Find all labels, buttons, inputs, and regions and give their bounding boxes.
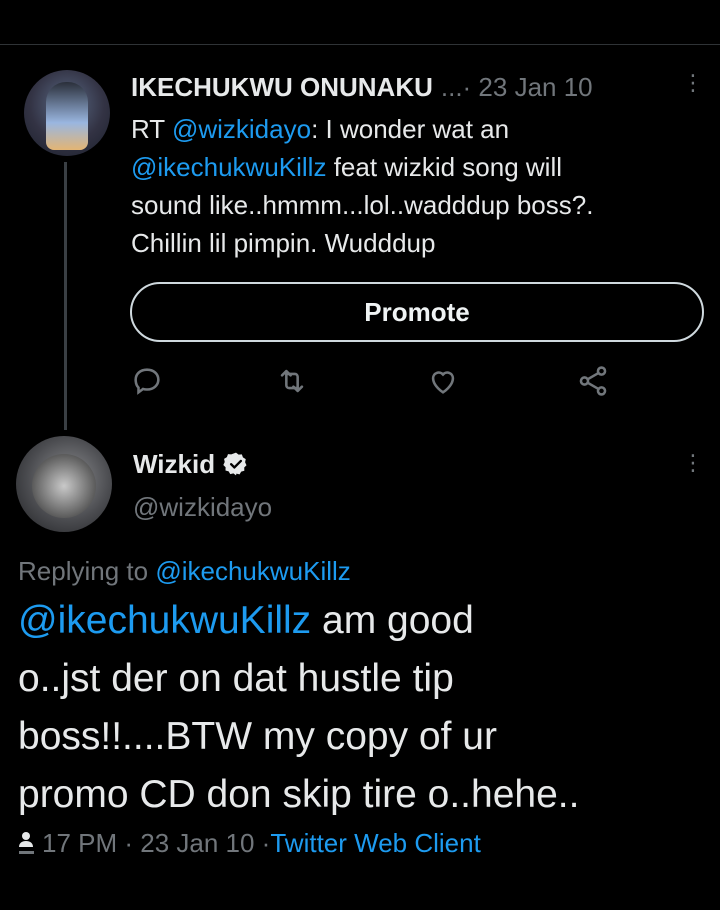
text-line: @ikechukwuKillz am good — [18, 592, 708, 650]
avatar-figure — [46, 82, 88, 150]
text-line: sound like..hmmm...lol..wadddup boss?. — [131, 186, 706, 224]
text-segment: : I wonder wat an — [311, 114, 510, 144]
tweet2-text: @ikechukwuKillz am good o..jst der on dat… — [18, 592, 708, 824]
text-segment: feat wizkid song will — [326, 152, 563, 182]
text-line: @ikechukwuKillz feat wizkid song will — [131, 148, 706, 186]
avatar-wizkid[interactable] — [16, 436, 112, 532]
author-name[interactable]: Wizkid — [133, 449, 215, 480]
text-segment: promo CD don skip tire o..hehe.. — [18, 773, 580, 816]
tweet2-metadata: 17 PM · 23 Jan 10 · Twitter Web Client — [18, 828, 481, 859]
like-icon[interactable] — [426, 364, 460, 398]
text-segment: sound like..hmmm...lol..wadddup boss?. — [131, 190, 594, 220]
top-divider — [0, 44, 720, 45]
tweet1-header: IKECHUKWU ONUNAKU ...· 23 Jan 10 — [131, 70, 593, 104]
promote-button[interactable]: Promote — [130, 282, 704, 342]
person-icon — [19, 831, 34, 854]
replying-to: Replying to @ikechukwuKillz — [18, 556, 351, 587]
mention-link[interactable]: @wizkidayo — [172, 114, 311, 144]
more-options-icon[interactable]: ⋮ — [682, 452, 704, 474]
tweet2-header: Wizkid — [133, 446, 249, 482]
verified-badge-icon — [223, 452, 247, 476]
share-icon[interactable] — [576, 364, 610, 398]
text-line: o..jst der on dat hustle tip — [18, 650, 708, 708]
text-line: boss!!....BTW my copy of ur — [18, 708, 708, 766]
text-segment: am good — [311, 599, 474, 642]
mention-link[interactable]: @ikechukwuKillz — [131, 152, 326, 182]
text-segment: Chillin lil pimpin. Wudddup — [131, 228, 436, 258]
tweet-timestamp[interactable]: 17 PM · 23 Jan 10 · — [42, 828, 270, 859]
thread-connector-line — [64, 162, 67, 430]
mention-link[interactable]: @ikechukwuKillz — [18, 599, 311, 642]
replying-to-link[interactable]: @ikechukwuKillz — [155, 556, 350, 586]
author-name[interactable]: IKECHUKWU ONUNAKU — [131, 72, 433, 103]
retweet-icon[interactable] — [275, 364, 309, 398]
text-segment: boss!!....BTW my copy of ur — [18, 715, 497, 758]
text-segment: RT — [131, 114, 172, 144]
tweet-client-link[interactable]: Twitter Web Client — [270, 828, 480, 859]
text-line: RT @wizkidayo: I wonder wat an — [131, 110, 706, 148]
tweet1-text: RT @wizkidayo: I wonder wat an @ikechukwu… — [131, 110, 706, 262]
replying-prefix: Replying to — [18, 556, 156, 586]
reply-icon[interactable] — [130, 364, 164, 398]
avatar-figure — [32, 454, 96, 518]
tweet-date[interactable]: ...· 23 Jan 10 — [441, 72, 593, 103]
more-options-icon[interactable]: ⋮ — [682, 72, 704, 94]
author-handle[interactable]: @wizkidayo — [133, 492, 272, 523]
text-line: promo CD don skip tire o..hehe.. — [18, 766, 708, 824]
text-segment: o..jst der on dat hustle tip — [18, 657, 454, 700]
avatar-ikechukwu[interactable] — [24, 70, 110, 156]
text-line: Chillin lil pimpin. Wudddup — [131, 224, 706, 262]
